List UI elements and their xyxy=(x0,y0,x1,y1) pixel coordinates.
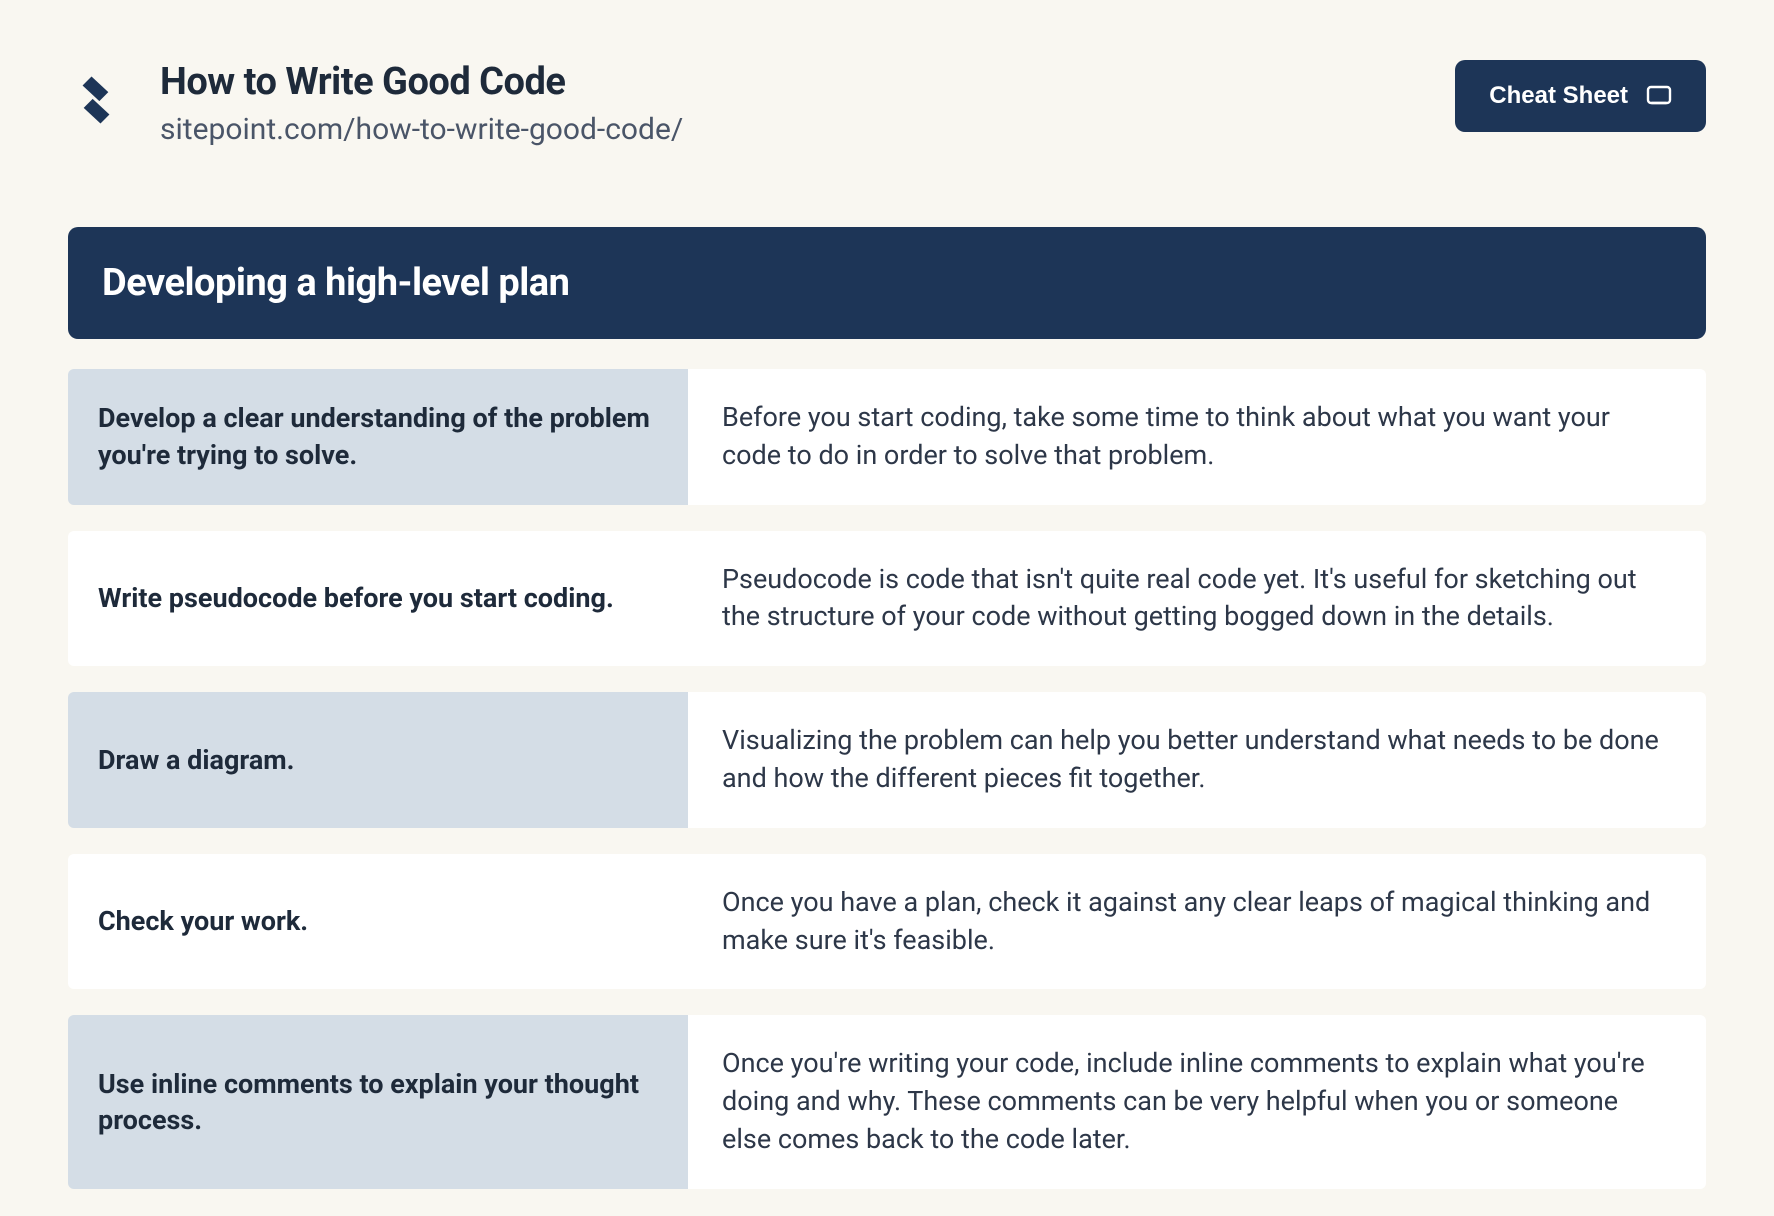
monitor-icon xyxy=(1646,85,1672,107)
row-description: Pseudocode is code that isn't quite real… xyxy=(688,531,1706,667)
table-row: Use inline comments to explain your thou… xyxy=(68,1015,1706,1188)
cheat-sheet-button[interactable]: Cheat Sheet xyxy=(1455,60,1706,132)
row-term: Write pseudocode before you start coding… xyxy=(68,531,688,667)
header-left: How to Write Good Code sitepoint.com/how… xyxy=(68,60,683,147)
table-row: Develop a clear understanding of the pro… xyxy=(68,369,1706,505)
row-description: Once you have a plan, check it against a… xyxy=(688,854,1706,990)
row-description: Visualizing the problem can help you bet… xyxy=(688,692,1706,828)
page-url: sitepoint.com/how-to-write-good-code/ xyxy=(160,112,683,147)
table-row: Write pseudocode before you start coding… xyxy=(68,531,1706,667)
row-term: Draw a diagram. xyxy=(68,692,688,828)
header-titles: How to Write Good Code sitepoint.com/how… xyxy=(160,60,683,147)
row-term: Use inline comments to explain your thou… xyxy=(68,1015,688,1188)
row-description: Before you start coding, take some time … xyxy=(688,369,1706,505)
row-description: Once you're writing your code, include i… xyxy=(688,1015,1706,1188)
page: How to Write Good Code sitepoint.com/how… xyxy=(0,0,1774,1216)
row-term: Check your work. xyxy=(68,854,688,990)
section-title: Developing a high-level plan xyxy=(68,227,1706,339)
page-title: How to Write Good Code xyxy=(160,60,683,104)
header: How to Write Good Code sitepoint.com/how… xyxy=(68,60,1706,147)
table-row: Check your work. Once you have a plan, c… xyxy=(68,854,1706,990)
cheat-sheet-button-label: Cheat Sheet xyxy=(1489,82,1628,110)
sitepoint-logo-icon xyxy=(68,72,124,128)
row-term: Develop a clear understanding of the pro… xyxy=(68,369,688,505)
table-row: Draw a diagram. Visualizing the problem … xyxy=(68,692,1706,828)
